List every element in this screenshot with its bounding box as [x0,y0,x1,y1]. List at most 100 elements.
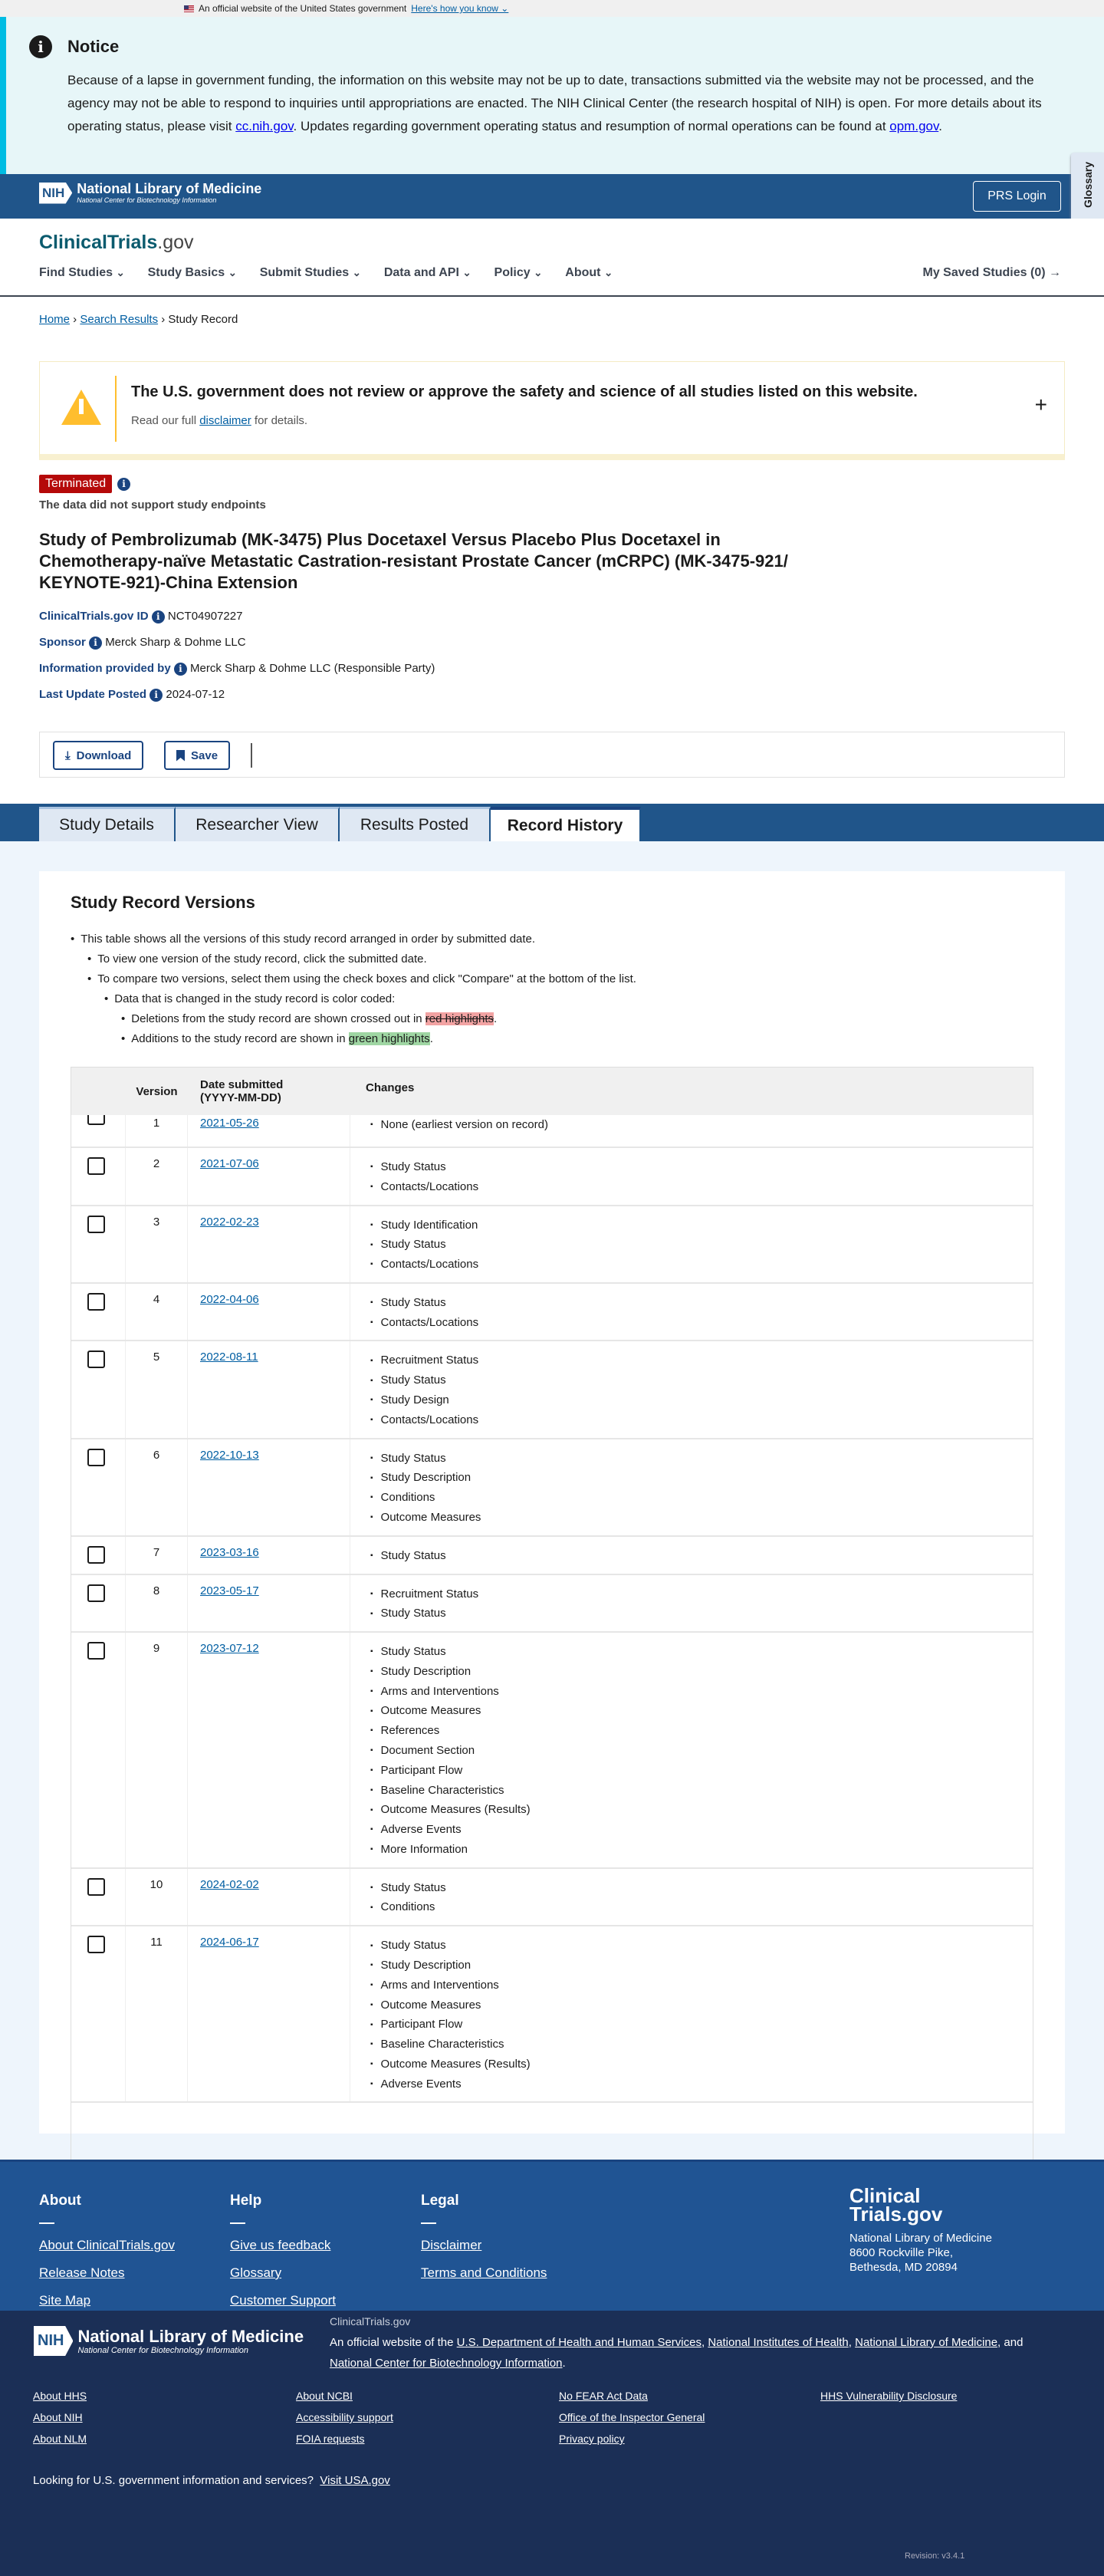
info-icon[interactable]: i [150,688,163,702]
cc-nih-link[interactable]: cc.nih.gov [235,119,293,133]
tab-results-posted[interactable]: Results Posted [340,807,491,841]
save-button[interactable]: Save [164,741,231,770]
prs-login-button[interactable]: PRS Login [973,181,1061,212]
tab-record-history[interactable]: Record History [491,807,641,841]
hhs-link[interactable]: U.S. Department of Health and Human Serv… [457,2336,702,2349]
nih-link[interactable]: National Institutes of Health [708,2336,848,2349]
version-date-link[interactable]: 2022-10-13 [200,1449,259,1462]
version-date-link[interactable]: 2022-02-23 [200,1216,259,1229]
footer-link[interactable]: About NCBI [296,2390,393,2402]
changes-list: Study StatusStudy DescriptionConditionsO… [370,1449,1033,1528]
version-number: 9 [126,1633,188,1867]
version-date-link[interactable]: 2021-05-26 [200,1117,259,1130]
divider [251,743,252,768]
footer-top: About About ClinicalTrials.gov Release Not… [0,2160,1104,2311]
version-date-link[interactable]: 2023-07-12 [200,1642,259,1655]
footer-link[interactable]: FOIA requests [296,2433,393,2445]
version-date-link[interactable]: 2022-04-06 [200,1293,259,1306]
tab-researcher-view[interactable]: Researcher View [176,807,340,841]
footer-nlm-logo[interactable]: NIH National Library of Medicine National… [34,2326,304,2356]
disclaimer-link[interactable]: disclaimer [199,414,251,427]
info-icon[interactable]: i [173,662,187,676]
footer-link[interactable]: About NIH [33,2411,87,2423]
version-date-link[interactable]: 2021-07-06 [200,1157,259,1170]
footer-link[interactable]: No FEAR Act Data [559,2390,705,2402]
nav-submit-studies[interactable]: Submit Studies ⌄ [260,266,361,280]
period: . [494,1012,498,1025]
footer-links-col: About NCBI Accessibility support FOIA requ… [296,2390,393,2445]
nav-study-basics[interactable]: Study Basics ⌄ [148,266,237,280]
sponsor-value: Merck Sharp & Dohme LLC [105,636,246,649]
info-icon[interactable]: i [117,478,130,491]
version-date-link[interactable]: 2024-02-02 [200,1878,259,1891]
footer-link[interactable]: Glossary [230,2265,336,2281]
version-checkbox[interactable] [87,1877,105,1896]
chevron-down-icon: ⌄ [352,267,361,278]
info-icon[interactable]: i [89,636,103,650]
version-checkbox[interactable] [87,1157,105,1175]
footer-link[interactable]: Disclaimer [421,2238,547,2253]
version-date-link[interactable]: 2022-08-11 [200,1351,258,1364]
opm-link[interactable]: opm.gov [889,119,938,133]
version-checkbox[interactable] [87,1545,105,1564]
version-checkbox[interactable] [87,1215,105,1233]
sponsor-row: Sponsor i Merck Sharp & Dohme LLC [39,636,246,650]
version-date-link[interactable]: 2023-05-17 [200,1584,259,1597]
footer-ct-logo[interactable]: Clinical Trials.gov [849,2186,942,2224]
version-checkbox[interactable] [87,1115,105,1125]
change-item: Conditions [370,1897,1033,1917]
footer-link[interactable]: About ClinicalTrials.gov [39,2238,175,2253]
breadcrumb-home[interactable]: Home [39,313,70,326]
breadcrumb-search-results[interactable]: Search Results [80,313,158,326]
chevron-down-icon: ⌄ [462,267,472,278]
last-update-row: Last Update Posted i 2024-07-12 [39,688,225,702]
clinicaltrials-logo[interactable]: ClinicalTrials.gov [39,232,194,254]
nav-about[interactable]: About ⌄ [565,266,613,280]
how-you-know-link[interactable]: Here's how you know ⌄ [411,3,508,14]
tab-study-details[interactable]: Study Details [39,807,176,841]
nlm-link[interactable]: National Library of Medicine [855,2336,997,2349]
updated-label: Last Update Posted [39,688,147,701]
version-checkbox[interactable] [87,1351,105,1369]
version-checkbox[interactable] [87,1936,105,1954]
id-label: ClinicalTrials.gov ID [39,610,149,623]
version-checkbox[interactable] [87,1642,105,1660]
footer-link[interactable]: Office of the Inspector General [559,2411,705,2423]
version-date-link[interactable]: 2023-03-16 [200,1546,259,1559]
usa-gov-link[interactable]: Visit USA.gov [320,2474,389,2487]
footer-link[interactable]: About NLM [33,2433,87,2445]
version-checkbox[interactable] [87,1448,105,1466]
status-badge: Terminated [39,475,113,493]
info-icon[interactable]: i [151,610,165,623]
select-cell [71,1574,126,1632]
nav-policy[interactable]: Policy ⌄ [495,266,543,280]
nav-label: About [565,266,601,279]
footer-link[interactable]: Terms and Conditions [421,2265,547,2281]
version-checkbox[interactable] [87,1292,105,1311]
footer-link[interactable]: About HHS [33,2390,87,2402]
nav-find-studies[interactable]: Find Studies ⌄ [39,266,125,280]
footer-link[interactable]: Give us feedback [230,2238,336,2253]
footer-link[interactable]: Release Notes [39,2265,175,2281]
ncbi-subtitle: National Center for Biotechnology Inform… [77,2345,249,2355]
ncbi-link[interactable]: National Center for Biotechnology Inform… [330,2357,563,2370]
nav-data-api[interactable]: Data and API ⌄ [384,266,472,280]
logo-suffix: .gov [157,232,194,253]
footer-link[interactable]: Accessibility support [296,2411,393,2423]
version-number: 8 [126,1574,188,1632]
version-date-link[interactable]: 2024-06-17 [200,1936,259,1949]
expand-plus-icon[interactable]: + [1035,393,1047,417]
nih-badge: NIH [34,2326,74,2356]
revision: Revision: v3.4.1 [905,2551,965,2561]
version-checkbox[interactable] [87,1584,105,1602]
changes-list: Study StatusConditions [370,1878,1033,1918]
footer-link[interactable]: Customer Support [230,2293,336,2308]
download-button[interactable]: ⤓ Download [53,741,144,770]
nlm-logo[interactable]: NIH National Library of Medicine National… [39,182,261,204]
footer-links-col: No FEAR Act Data Office of the Inspector … [559,2390,705,2445]
footer-link[interactable]: Privacy policy [559,2433,705,2445]
footer-link[interactable]: HHS Vulnerability Disclosure [820,2390,957,2402]
my-saved-studies-link[interactable]: My Saved Studies (0) → [923,266,1062,280]
footer-link[interactable]: Site Map [39,2293,175,2308]
footer-links-col: HHS Vulnerability Disclosure [820,2390,957,2402]
